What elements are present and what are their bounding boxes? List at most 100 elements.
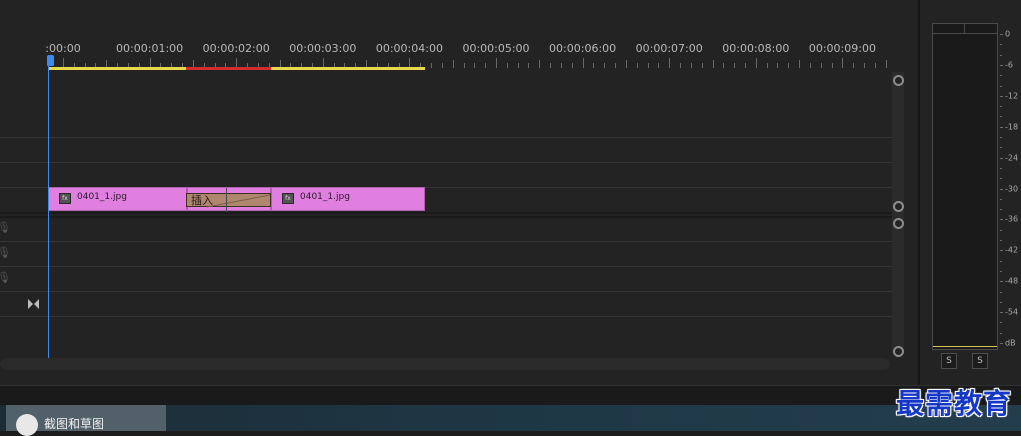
ruler-timecode: 00:00:06:00	[549, 42, 617, 55]
ruler-tick	[799, 60, 801, 68]
vertical-scrollbar[interactable]	[892, 72, 904, 354]
render-needed-bar[interactable]	[186, 67, 271, 70]
microphone-icon[interactable]: 🎙	[0, 221, 11, 235]
db-minor-tick	[1000, 147, 1002, 149]
ruler-tick	[680, 63, 682, 68]
track-separator	[0, 316, 892, 317]
playhead-line[interactable]	[48, 66, 49, 358]
db-minor-tick	[1000, 322, 1002, 324]
audio-meter	[932, 23, 998, 350]
ruler-tick	[560, 63, 562, 68]
fx-icon: fx	[282, 193, 294, 204]
horizontal-scrollbar[interactable]	[0, 358, 890, 370]
track-separator	[0, 137, 892, 138]
transition-block[interactable]: 插入	[186, 193, 271, 208]
meter-floor-line	[933, 346, 997, 347]
db-minor-tick	[1000, 167, 1002, 169]
microphone-icon[interactable]: 🎙	[0, 271, 11, 285]
db-tick	[1000, 312, 1003, 314]
taskbar-app-snip-sketch[interactable]: 截图和草图	[6, 405, 166, 436]
db-minor-tick	[1000, 198, 1002, 200]
db-label: -36	[1005, 214, 1019, 224]
ruler-tick	[831, 63, 833, 68]
ruler-tick	[766, 63, 768, 68]
db-minor-tick	[1000, 106, 1002, 108]
db-label: -30	[1005, 184, 1019, 193]
playhead-handle[interactable]	[47, 55, 54, 66]
video-clip[interactable]: fx 0401_1.jpg	[271, 187, 425, 211]
db-minor-tick	[1000, 137, 1002, 138]
db-label: -12	[1005, 91, 1019, 101]
ruler-timecode: 00:00:04:00	[375, 42, 443, 55]
ruler-tick	[701, 63, 703, 68]
status-strip	[0, 385, 1021, 406]
ruler-tick	[452, 60, 454, 68]
db-minor-tick	[1000, 332, 1002, 334]
snip-sketch-icon	[16, 414, 38, 436]
ruler-timecode: 00:00:03:00	[289, 42, 357, 55]
ruler-tick	[658, 63, 660, 68]
clip-name: 0401_1.jpg	[77, 192, 127, 202]
db-tick	[1000, 64, 1003, 66]
ruler-tick	[669, 58, 671, 68]
work-area-bar[interactable]	[48, 67, 186, 70]
ruler-tick	[528, 63, 530, 68]
db-tick	[1000, 126, 1003, 128]
ruler-tick	[593, 63, 595, 68]
time-ruler[interactable]: :00:00 00:00:01:00 00:00:02:00 00:00:03:00 0…	[45, 0, 933, 72]
db-tick	[1000, 281, 1003, 283]
ruler-tick	[441, 63, 443, 68]
ruler-tick	[615, 63, 617, 68]
db-minor-tick	[1000, 54, 1002, 56]
ruler-tick	[777, 63, 779, 68]
db-minor-tick	[1000, 116, 1002, 118]
db-label: -18	[1005, 122, 1019, 132]
microphone-icon[interactable]: 🎙	[0, 246, 11, 260]
ruler-timecode: 00:00:01:00	[116, 42, 184, 55]
track-separator	[0, 212, 892, 214]
ruler-tick	[864, 63, 866, 68]
db-label: -54	[1005, 307, 1019, 317]
ruler-timecode: :00:00	[45, 42, 81, 55]
db-minor-tick	[1000, 260, 1002, 262]
transition-label: 插入	[191, 194, 213, 207]
ruler-tick	[539, 60, 541, 68]
work-area-bar[interactable]	[271, 67, 425, 70]
ruler-timecode: 00:00:07:00	[635, 42, 703, 55]
db-label: 0	[1005, 29, 1011, 39]
db-minor-tick	[1000, 229, 1002, 231]
taskbar-app-label: 截图和草图	[44, 417, 105, 431]
scroll-knob-audio-top[interactable]	[893, 218, 904, 229]
ruler-tick	[853, 63, 855, 68]
db-label: -24	[1005, 153, 1019, 163]
db-minor-tick	[1000, 270, 1002, 272]
solo-button-left[interactable]: S	[941, 353, 957, 369]
ruler-tick	[474, 63, 476, 68]
ruler-tick	[820, 63, 822, 68]
track-separator	[0, 162, 892, 163]
scroll-knob-top[interactable]	[893, 75, 904, 86]
ruler-tick	[550, 63, 552, 68]
db-label: dB	[1005, 338, 1016, 348]
bowtie-icon[interactable]	[28, 294, 39, 309]
ruler-tick	[604, 63, 606, 68]
scroll-knob-bottom[interactable]	[893, 346, 904, 357]
video-clip[interactable]: fx 0401_1.jpg	[48, 187, 187, 211]
ruler-tick	[463, 63, 465, 68]
ruler-tick	[755, 58, 757, 68]
ruler-tick	[517, 63, 519, 68]
ruler-tick	[842, 58, 844, 68]
ruler-tick	[485, 63, 487, 68]
ruler-tick	[496, 58, 497, 68]
scroll-knob-video-bottom[interactable]	[893, 201, 904, 212]
ruler-tick	[734, 63, 736, 68]
clip-name: 0401_1.jpg	[300, 192, 350, 202]
ruler-timecode: 00:00:02:00	[202, 42, 270, 55]
ruler-tick	[874, 63, 876, 68]
ruler-tick	[625, 60, 627, 68]
db-minor-tick	[1000, 178, 1002, 180]
db-minor-tick	[1000, 301, 1002, 303]
db-tick	[1000, 157, 1003, 159]
solo-button-right[interactable]: S	[972, 353, 988, 369]
ruler-timecode: 00:00:05:00	[462, 42, 530, 55]
